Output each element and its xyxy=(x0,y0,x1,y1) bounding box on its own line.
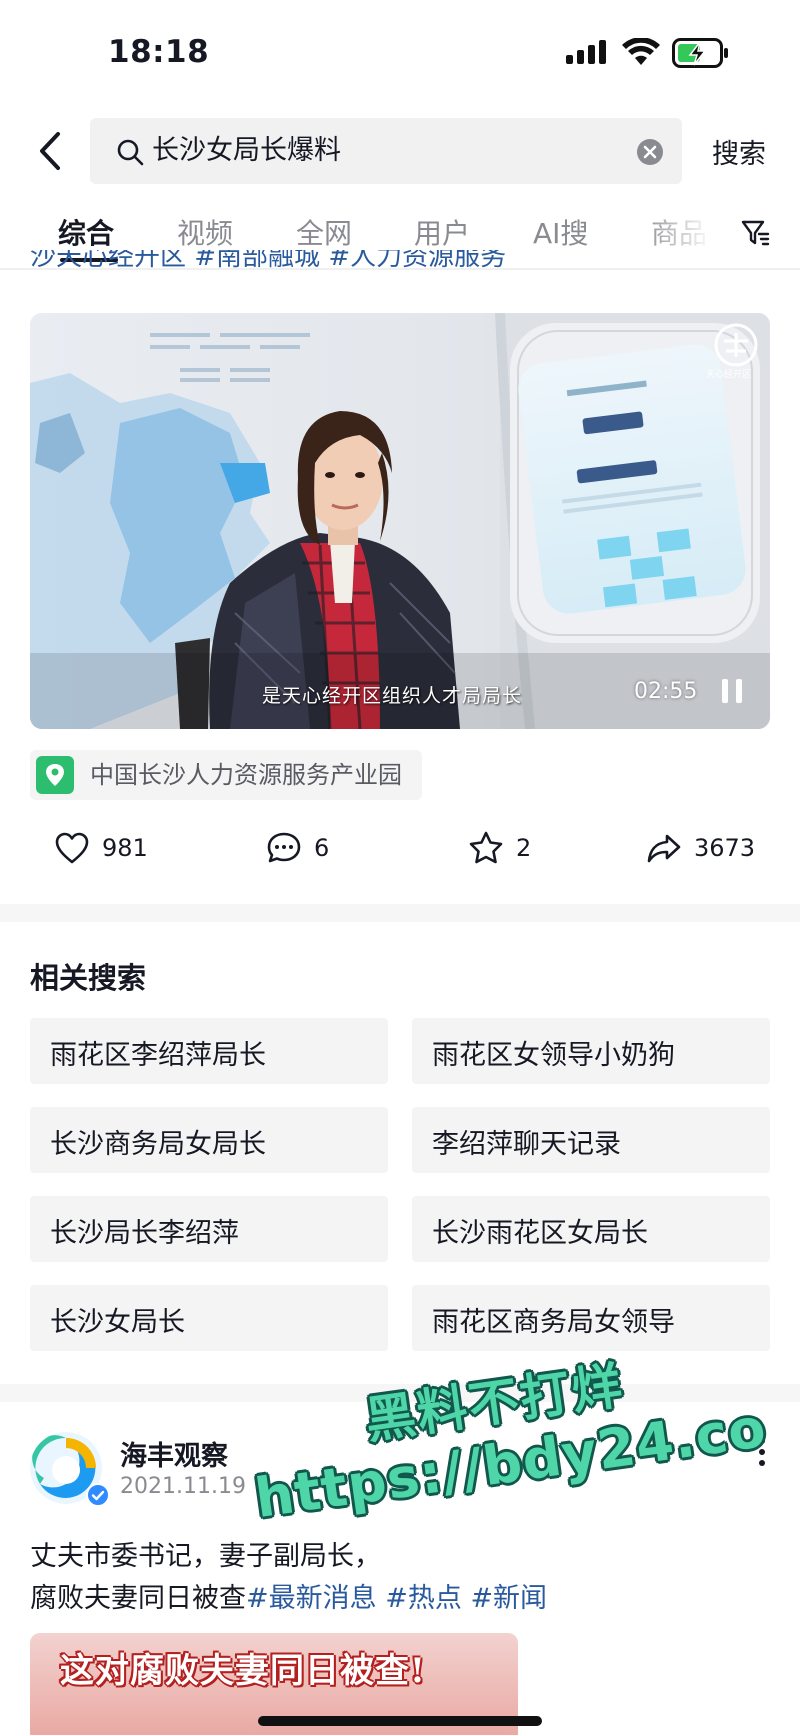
video-subtitle: 是天心经开区组织人才局局长 xyxy=(262,685,523,707)
author-name[interactable]: 海丰观察 xyxy=(120,1434,228,1473)
tab-web[interactable]: 全网 xyxy=(296,212,352,252)
post-hashtags-clipped[interactable]: 沙天心经开区 #南部融城 #人力资源服务 xyxy=(30,250,770,284)
cellular-signal-icon xyxy=(566,40,606,64)
verified-icon xyxy=(86,1483,110,1507)
battery-charging-icon xyxy=(672,38,728,68)
star-icon xyxy=(469,831,503,864)
related-search-item[interactable]: 雨花区李绍萍局长 xyxy=(30,1018,388,1084)
pause-icon[interactable] xyxy=(720,677,744,705)
comment-count: 6 xyxy=(314,834,330,862)
clear-icon[interactable] xyxy=(636,138,664,166)
filter-icon[interactable] xyxy=(740,218,770,248)
related-searches-title: 相关搜索 xyxy=(30,961,147,995)
post-actions: 981 6 2 3673 xyxy=(0,820,800,876)
tab-ai-search[interactable]: AI搜 xyxy=(533,212,588,252)
share-icon xyxy=(647,834,681,863)
related-search-item[interactable]: 长沙雨花区女局长 xyxy=(412,1196,770,1262)
wifi-icon xyxy=(622,38,660,65)
search-header: 长沙女局长爆料 搜索 xyxy=(0,108,800,192)
search-query-text: 长沙女局长爆料 xyxy=(152,135,341,166)
location-name: 中国长沙人力资源服务产业园 xyxy=(90,761,402,789)
channel-logo-text: 天心经开区 xyxy=(706,370,752,380)
tab-video[interactable]: 视频 xyxy=(177,212,233,252)
tab-all[interactable]: 综合 xyxy=(58,212,114,252)
search-input[interactable]: 长沙女局长爆料 xyxy=(90,118,682,184)
video-player[interactable]: 天心经开区 是天心经开区组织人才局局长 02:55 xyxy=(30,313,770,729)
tab-users[interactable]: 用户 xyxy=(414,212,470,252)
hashtag[interactable]: #新闻 xyxy=(470,1583,547,1614)
related-search-item[interactable]: 长沙局长李绍萍 xyxy=(30,1196,388,1262)
status-bar: 18:18 xyxy=(0,0,800,100)
comment-icon xyxy=(267,832,301,863)
post-text-line: 腐败夫妻同日被查#最新消息 #热点 #新闻 xyxy=(30,1583,548,1614)
home-indicator[interactable] xyxy=(258,1716,542,1726)
hashtag[interactable]: #最新消息 xyxy=(246,1583,377,1614)
search-icon xyxy=(117,139,144,166)
section-divider xyxy=(0,904,800,922)
related-search-item[interactable]: 雨花区女领导小奶狗 xyxy=(412,1018,770,1084)
video-duration: 02:55 xyxy=(634,679,698,704)
post-date: 2021.11.19 xyxy=(120,1474,246,1499)
channel-logo-icon xyxy=(714,323,758,367)
search-button[interactable]: 搜索 xyxy=(712,132,766,171)
related-search-item[interactable]: 长沙女局长 xyxy=(30,1285,388,1351)
related-search-item[interactable]: 长沙商务局女局长 xyxy=(30,1107,388,1173)
related-search-item[interactable]: 李绍萍聊天记录 xyxy=(412,1107,770,1173)
watermark: 黑料不打烊 https://bdy24.co xyxy=(241,1323,798,1557)
location-tag[interactable]: 中国长沙人力资源服务产业园 xyxy=(30,750,422,800)
favorite-count: 2 xyxy=(516,834,532,862)
like-count: 981 xyxy=(102,834,148,862)
hashtag[interactable]: #热点 xyxy=(385,1583,462,1614)
share-count: 3673 xyxy=(694,834,756,862)
status-time: 18:18 xyxy=(108,34,210,70)
heart-icon xyxy=(55,832,89,864)
location-pin-icon xyxy=(36,756,74,794)
back-icon[interactable] xyxy=(34,130,68,172)
video-frame xyxy=(30,313,770,729)
thumbnail-headline: 这对腐败夫妻同日被查! xyxy=(60,1651,426,1691)
